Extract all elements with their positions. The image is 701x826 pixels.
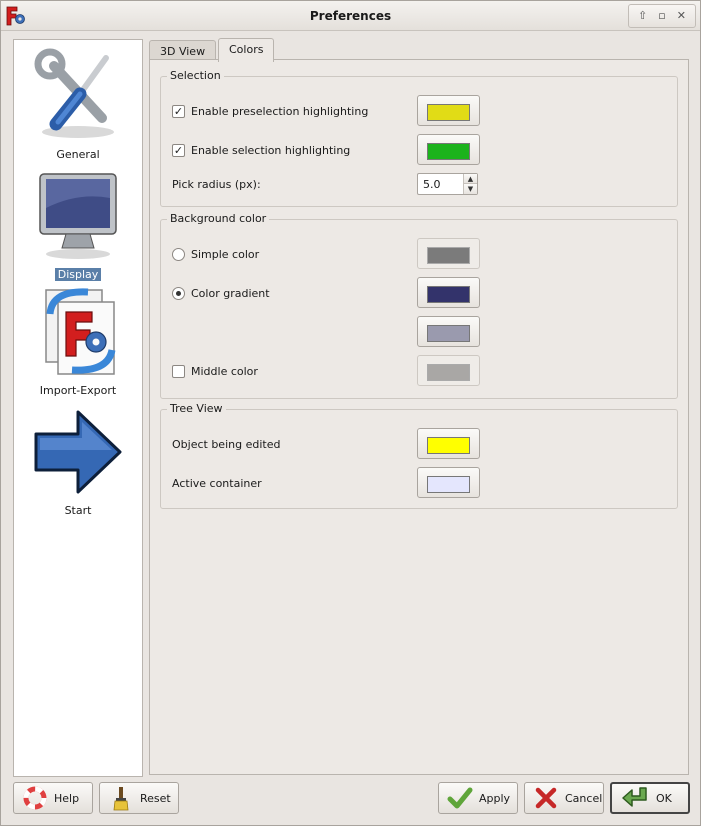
ok-button[interactable]: OK — [610, 782, 690, 814]
group-title: Tree View — [167, 402, 226, 415]
color-swatch — [427, 476, 470, 493]
arrow-right-icon — [34, 410, 122, 494]
reset-button[interactable]: Reset — [99, 782, 179, 814]
color-swatch — [427, 364, 470, 381]
selection-group: Selection ✓ Enable preselection highligh… — [160, 69, 678, 207]
sidebar-item-start[interactable]: Start — [14, 404, 142, 517]
gradient-top-color-button[interactable] — [417, 277, 480, 308]
color-swatch — [427, 325, 470, 342]
gradient-bottom-color-button[interactable] — [417, 316, 480, 347]
import-export-icon — [45, 288, 116, 375]
color-swatch — [427, 247, 470, 264]
simple-color-label: Simple color — [191, 247, 260, 261]
tools-icon — [34, 48, 114, 138]
selection-checkbox[interactable]: ✓ — [172, 143, 185, 157]
colors-tab-pane: Selection ✓ Enable preselection highligh… — [149, 59, 689, 775]
preselection-row: ✓ Enable preselection highlighting — [172, 101, 368, 121]
selection-label: Enable selection highlighting — [191, 143, 351, 157]
object-being-edited-label: Object being edited — [172, 437, 281, 451]
color-gradient-row: Color gradient — [172, 283, 270, 303]
category-sidebar: General Display Import-Export Start — [13, 39, 143, 777]
object-being-edited-color-button[interactable] — [417, 428, 480, 459]
simple-color-button[interactable] — [417, 238, 480, 269]
cancel-label: Cancel — [565, 791, 603, 805]
color-swatch — [427, 143, 470, 160]
simple-color-radio[interactable] — [172, 247, 185, 261]
cancel-x-icon — [535, 787, 557, 809]
tab-colors[interactable]: Colors — [218, 38, 275, 62]
pick-radius-row: Pick radius (px): — [172, 174, 261, 194]
middle-color-button[interactable] — [417, 355, 480, 386]
apply-button[interactable]: Apply — [438, 782, 518, 814]
pick-radius-spinbox[interactable]: 5.0 ▲ ▼ — [417, 173, 478, 195]
color-swatch — [427, 437, 470, 454]
middle-color-checkbox[interactable] — [172, 364, 185, 378]
help-label: Help — [54, 791, 80, 805]
broom-icon — [113, 787, 129, 811]
tree-view-group: Tree View Object being edited Active con… — [160, 402, 678, 509]
active-container-row: Active container — [172, 473, 262, 493]
close-icon[interactable]: ✕ — [673, 8, 689, 24]
ok-label: OK — [656, 791, 672, 805]
color-gradient-label: Color gradient — [191, 286, 270, 300]
group-title: Background color — [167, 212, 270, 225]
reset-label: Reset — [140, 791, 171, 805]
shade-icon[interactable]: ⇧ — [635, 8, 651, 24]
checkmark-icon — [447, 787, 473, 809]
help-icon — [23, 786, 47, 810]
maximize-icon[interactable]: ▫ — [654, 8, 670, 24]
simple-color-row: Simple color — [172, 244, 259, 264]
sidebar-label: Display — [54, 268, 102, 281]
apply-label: Apply — [479, 791, 511, 805]
color-gradient-radio[interactable] — [172, 286, 185, 300]
sidebar-label: Start — [64, 504, 92, 517]
cancel-button[interactable]: Cancel — [524, 782, 604, 814]
object-being-edited-row: Object being edited — [172, 434, 280, 454]
middle-color-row: Middle color — [172, 361, 258, 381]
group-title: Selection — [167, 69, 224, 82]
preferences-window: Preferences ⇧ ▫ ✕ General Display Import… — [0, 0, 701, 826]
sidebar-item-display[interactable]: Display — [14, 168, 142, 281]
sidebar-item-general[interactable]: General — [14, 48, 142, 161]
selection-color-button[interactable] — [417, 134, 480, 165]
spin-up-icon[interactable]: ▲ — [463, 174, 477, 184]
title-bar: Preferences ⇧ ▫ ✕ — [1, 1, 700, 31]
sidebar-label: General — [56, 148, 100, 161]
color-swatch — [427, 104, 470, 121]
pick-radius-label: Pick radius (px): — [172, 177, 261, 191]
spin-down-icon[interactable]: ▼ — [463, 184, 477, 194]
pick-radius-value: 5.0 — [423, 178, 441, 191]
sidebar-label: Import-Export — [39, 384, 117, 397]
selection-row: ✓ Enable selection highlighting — [172, 140, 350, 160]
enter-arrow-icon — [622, 787, 647, 807]
sidebar-item-import-export[interactable]: Import-Export — [14, 284, 142, 397]
middle-color-label: Middle color — [191, 364, 258, 378]
window-title: Preferences — [309, 9, 392, 23]
monitor-icon — [39, 173, 117, 259]
help-button[interactable]: Help — [13, 782, 93, 814]
background-color-group: Background color Simple color Color grad… — [160, 212, 678, 399]
active-container-color-button[interactable] — [417, 467, 480, 498]
preselection-checkbox[interactable]: ✓ — [172, 104, 185, 118]
window-controls: ⇧ ▫ ✕ — [628, 4, 696, 28]
preselection-color-button[interactable] — [417, 95, 480, 126]
color-swatch — [427, 286, 470, 303]
active-container-label: Active container — [172, 476, 262, 490]
preselection-label: Enable preselection highlighting — [191, 104, 369, 118]
